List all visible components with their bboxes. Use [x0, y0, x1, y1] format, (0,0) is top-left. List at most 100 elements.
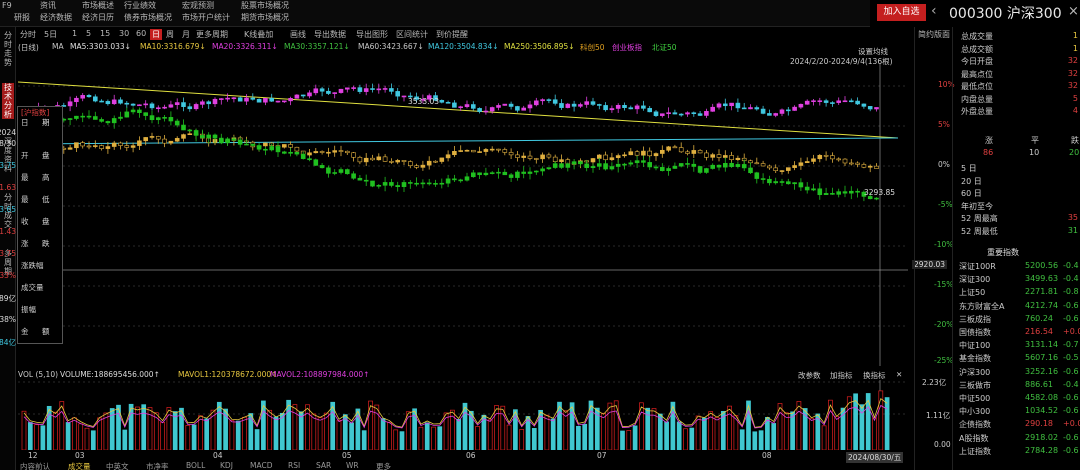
tool-price-alert[interactable]: 到价提醒	[436, 29, 468, 40]
info-value: 3351.63	[0, 183, 16, 192]
sidebar-item-timeshare[interactable]: 分时走势	[2, 31, 14, 67]
info-value: 2684亿	[0, 338, 16, 347]
volume-bar	[683, 428, 688, 450]
nav-futures[interactable]: 期货市场概况	[241, 13, 289, 23]
candle-body	[370, 88, 375, 90]
tab-volume[interactable]: 成交量	[68, 461, 91, 470]
nav-macro[interactable]: 宏观预测	[182, 1, 214, 11]
period-15min[interactable]: 15	[100, 29, 110, 38]
info-label: 金	[21, 327, 29, 336]
candlestick-chart[interactable]	[18, 54, 908, 366]
tab-sar[interactable]: SAR	[316, 461, 331, 470]
tool-kline-overlay[interactable]: K线叠加	[244, 29, 273, 40]
candle-body	[288, 151, 293, 154]
quote-label: 外盘总量	[961, 107, 993, 116]
period-label: 60 日	[961, 189, 982, 198]
period-30min[interactable]: 30	[119, 29, 129, 38]
nav-stock-market[interactable]: 股票市场概况	[241, 1, 289, 11]
nav-f9[interactable]: F9	[2, 1, 12, 11]
sidebar-item-technical[interactable]: 技术分析	[2, 83, 14, 119]
chart-high-label: 3533.03	[408, 97, 440, 106]
volume-bar	[97, 417, 102, 450]
candle-body	[515, 154, 520, 158]
tab-wr[interactable]: WR	[346, 461, 359, 470]
add-to-watchlist-button[interactable]: 加入自选	[877, 4, 926, 21]
volume-bar	[261, 400, 266, 450]
nav-account-stats[interactable]: 市场开户统计	[182, 13, 230, 23]
candle-body	[269, 146, 274, 151]
tool-range-stats[interactable]: 区间统计	[396, 29, 428, 40]
tab-boll[interactable]: BOLL	[186, 461, 205, 470]
nav-econ-data[interactable]: 经济数据	[40, 13, 72, 23]
candle-body	[111, 99, 117, 105]
candle-body	[149, 103, 155, 109]
volume-bar	[204, 418, 210, 450]
candle-body	[735, 157, 741, 160]
nav-industry[interactable]: 行业绩效	[124, 1, 156, 11]
index-change: -0.4	[1063, 274, 1079, 284]
tool-draw-line[interactable]: 画线	[290, 29, 306, 40]
stock-title: 000300 沪深300	[949, 6, 1062, 22]
candle-body	[697, 166, 703, 173]
candle-body	[439, 100, 445, 103]
volume-bar	[122, 429, 128, 450]
period-60min[interactable]: 60	[136, 29, 146, 38]
candle-body	[811, 158, 816, 162]
candle-body	[496, 105, 501, 108]
volume-bar	[147, 407, 153, 450]
candle-body	[546, 99, 552, 101]
candle-body	[275, 146, 281, 153]
candle-body	[722, 163, 728, 168]
candle-body	[767, 113, 772, 116]
index-name: 中证500	[959, 394, 991, 403]
period-5min[interactable]: 5	[86, 29, 91, 38]
info-label: 收	[21, 217, 29, 226]
nav-research[interactable]: 研报	[14, 13, 30, 23]
tab-macd[interactable]: MACD	[250, 461, 272, 470]
back-arrow-icon[interactable]: ‹	[931, 3, 937, 19]
candle-body	[836, 100, 842, 103]
candle-body	[874, 165, 879, 169]
nav-econ-calendar[interactable]: 经济日历	[82, 13, 114, 23]
candle-body	[130, 145, 136, 148]
period-more[interactable]: 更多周期	[196, 29, 228, 40]
period-month[interactable]: 月	[182, 29, 190, 40]
tab-more[interactable]: 更多	[376, 461, 391, 470]
candle-body	[294, 151, 300, 155]
period-timeshare[interactable]: 分时	[20, 29, 36, 40]
nav-market-overview[interactable]: 市场概述	[82, 1, 114, 11]
candle-body	[206, 134, 211, 139]
tab-indicator[interactable]: 中英文	[106, 461, 129, 470]
tool-export-image[interactable]: 导出图形	[356, 29, 388, 40]
tab-kdj[interactable]: KDJ	[220, 461, 233, 470]
close-icon[interactable]: ×	[1068, 4, 1079, 19]
index-name: 国债指数	[959, 328, 991, 337]
period-day[interactable]: 日	[150, 29, 162, 40]
candle-body	[281, 144, 287, 148]
tool-export-data[interactable]: 导出数据	[314, 29, 346, 40]
close-icon[interactable]: ✕	[896, 370, 902, 379]
period-week[interactable]: 周	[166, 29, 174, 40]
candle-body	[281, 151, 287, 154]
nav-news[interactable]: 资讯	[40, 1, 56, 11]
candle-body	[502, 103, 508, 106]
tab-indicator[interactable]: 内容前认	[20, 461, 50, 470]
candle-body	[395, 160, 401, 163]
candle-body	[99, 145, 104, 149]
candle-body	[137, 140, 142, 146]
candle-body	[521, 155, 527, 158]
volume-bar	[582, 423, 588, 450]
candle-body	[483, 149, 489, 152]
nav-bond-market[interactable]: 债券市场概况	[124, 13, 172, 23]
tab-rsi[interactable]: RSI	[288, 461, 300, 470]
volume-bar	[34, 424, 39, 450]
candle-body	[861, 164, 867, 168]
period-1min[interactable]: 1	[72, 29, 77, 38]
candle-body	[634, 105, 640, 110]
candle-body	[477, 108, 482, 112]
quote-value: 4	[1072, 106, 1078, 115]
period-5day[interactable]: 5日	[44, 29, 57, 40]
candle-body	[426, 160, 432, 166]
tab-indicator[interactable]: 市净率	[146, 461, 169, 470]
info-label: 开	[21, 151, 29, 160]
